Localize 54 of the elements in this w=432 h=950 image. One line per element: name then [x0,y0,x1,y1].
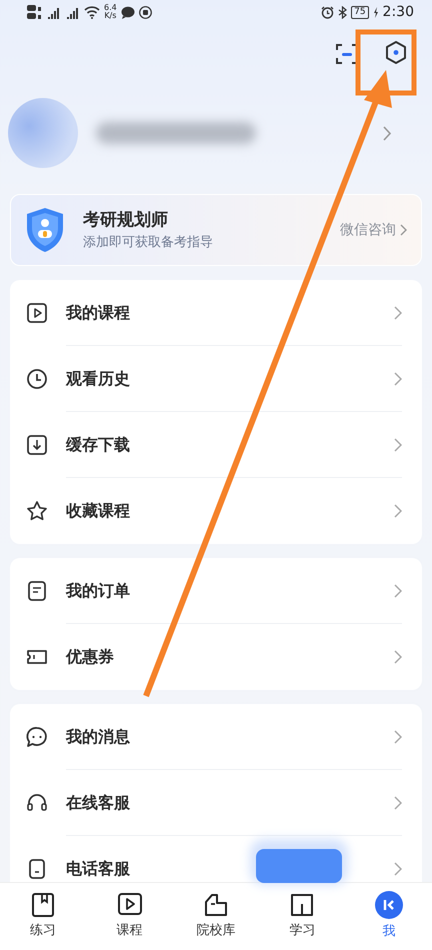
net-speed-unit: K/s [104,12,117,20]
tab[interactable]: 课程 [86,883,173,950]
net-speed: 6.4 [104,4,117,12]
chevron-icon[interactable] [383,126,392,140]
chevron-icon [394,730,402,744]
chevron-icon [394,796,402,810]
download-icon [26,434,48,456]
video-icon [26,302,48,324]
chevron-icon [394,584,402,598]
profile-tab-icon [374,891,403,920]
bluetooth-icon [338,6,348,18]
tab[interactable]: 院校库 [172,883,260,950]
chevron-icon [394,372,402,386]
chat-icon [26,726,48,748]
battery-level: 75 [351,6,369,18]
menu-item[interactable]: 优惠券 [10,624,422,690]
menu-item[interactable]: 观看历史 [10,346,422,412]
highlight-box [356,30,416,96]
tab[interactable]: 练习 [0,883,86,950]
tab[interactable]: 我 [346,883,432,950]
settings-icon [384,40,408,66]
chevron-icon [394,862,402,876]
alarm-icon [321,6,334,18]
menu-item[interactable]: 我的课程 [10,280,422,346]
bookmark-book-icon [30,892,56,918]
menu-item[interactable]: 电话客服 [10,836,422,882]
settings-button[interactable] [384,40,408,66]
scan-icon [336,42,358,65]
book-icon [289,892,316,918]
menu-item[interactable]: 缓存下载 [10,412,422,478]
chat-icon [120,6,135,18]
clock-time: 2:30 [382,2,414,22]
wifi-icon [84,5,100,19]
building-icon [203,892,230,918]
headset-icon [26,792,48,814]
planner-card[interactable]: 考研规划师 添加即可获取备考指导 微信咨询 [10,194,422,266]
star-icon [26,500,48,522]
chevron-icon [394,504,402,518]
planner-subtitle: 添加即可获取备考指导 [83,234,214,252]
menu-item[interactable]: 我的消息 [10,704,422,770]
tab[interactable]: 学习 [259,883,346,950]
menu-item[interactable]: 收藏课程 [10,478,422,544]
planner-title: 考研规划师 [83,208,169,232]
chevron-icon [400,224,407,236]
scan-button[interactable] [336,41,358,65]
chevron-icon [394,438,402,452]
charging-icon [372,6,379,18]
chevron-icon [394,306,402,320]
clock-icon [26,368,48,390]
menu-item[interactable]: 在线客服 [10,770,422,836]
menu-item[interactable]: 我的订单 [10,558,422,624]
phone-icon [26,858,48,880]
chevron-icon [394,650,402,664]
document-icon [26,580,48,602]
